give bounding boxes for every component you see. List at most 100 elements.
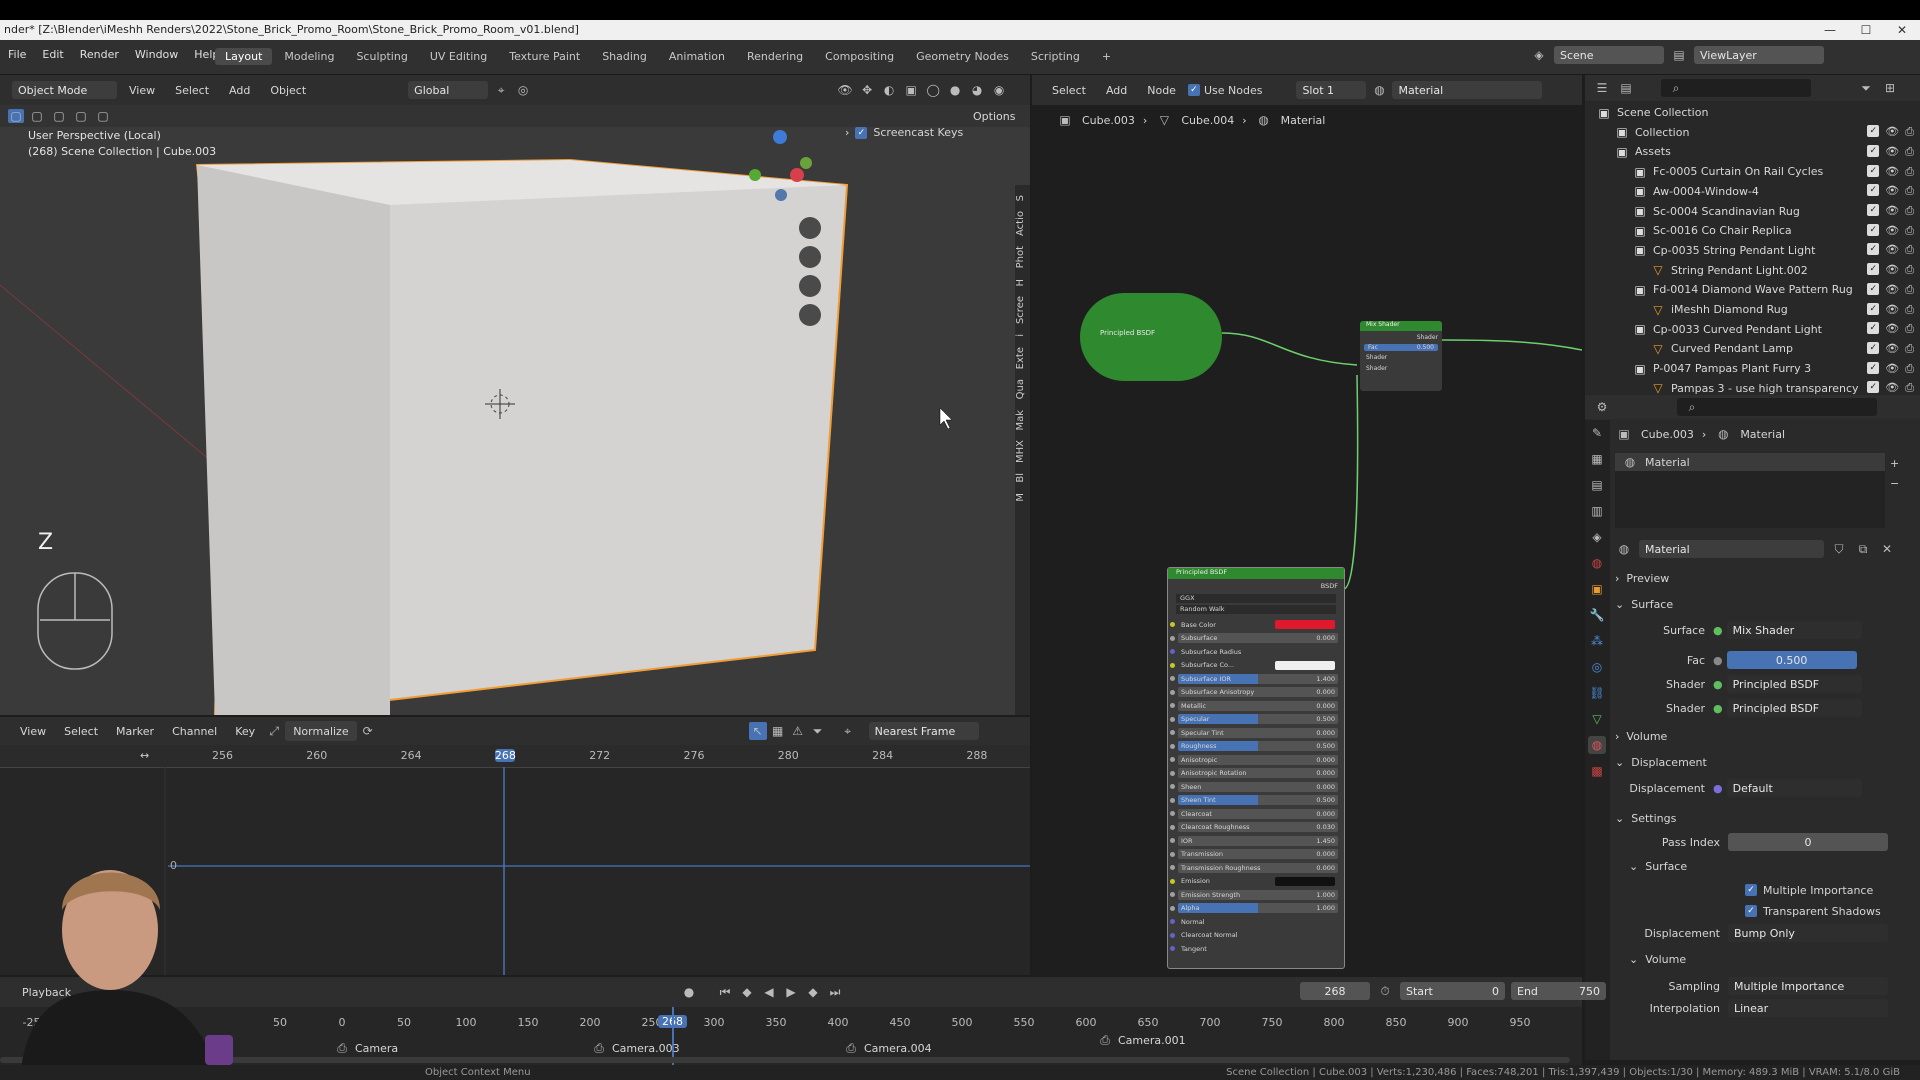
- bsdf-input-row[interactable]: Alpha 1.000: [1170, 902, 1338, 916]
- socket-icon[interactable]: [1170, 892, 1175, 898]
- fake-user-icon[interactable]: ⛉: [1830, 540, 1848, 558]
- outliner-item[interactable]: ▣ Collection ✓ 👁 ⎙: [1585, 123, 1920, 142]
- tab-rendering[interactable]: Rendering: [737, 48, 813, 65]
- material-slot-list[interactable]: ◍ Material: [1615, 453, 1885, 528]
- collapsed-principled-node[interactable]: Principled BSDF: [1080, 293, 1222, 381]
- material-tab-icon[interactable]: ◍: [1588, 736, 1606, 754]
- camera-render-icon[interactable]: ⎙: [1905, 204, 1914, 218]
- sidebar-tab[interactable]: Mak: [1015, 410, 1026, 431]
- exclude-checkbox[interactable]: ✓: [1867, 341, 1880, 354]
- color-swatch[interactable]: [1275, 620, 1335, 630]
- socket-icon[interactable]: [1170, 635, 1175, 641]
- socket-icon[interactable]: [1170, 649, 1175, 655]
- tl-menu-view[interactable]: View: [12, 721, 54, 741]
- duplicate-icon[interactable]: ⧉: [1854, 540, 1872, 558]
- camera-render-icon[interactable]: ⎙: [1905, 165, 1914, 179]
- tab-scripting[interactable]: Scripting: [1021, 48, 1090, 65]
- maximize-button[interactable]: ☐: [1846, 20, 1886, 40]
- camera-marker-4[interactable]: ⎙ Camera.001: [1096, 1031, 1185, 1049]
- modifier-tab-icon[interactable]: 🔧: [1588, 606, 1606, 624]
- render-tab-icon[interactable]: ▦: [1588, 450, 1606, 468]
- sidebar-tab[interactable]: MHX: [1015, 440, 1026, 463]
- interpolation-dropdown[interactable]: Linear: [1728, 999, 1888, 1017]
- exclude-checkbox[interactable]: ✓: [1867, 302, 1880, 315]
- sidebar-tab[interactable]: Scree: [1015, 296, 1026, 324]
- display-mode-icon[interactable]: ▤: [1617, 79, 1635, 97]
- exclude-checkbox[interactable]: ✓: [1867, 204, 1880, 216]
- socket-icon[interactable]: [1170, 730, 1175, 736]
- shader-2-field[interactable]: Principled BSDF: [1726, 699, 1862, 717]
- outliner-item[interactable]: ▣ Scene Collection: [1585, 103, 1920, 122]
- multiple-importance-checkbox[interactable]: ✓: [1745, 884, 1757, 896]
- current-frame-field[interactable]: 268: [1300, 982, 1370, 1000]
- camera-render-icon[interactable]: ⎙: [1905, 342, 1914, 356]
- bsdf-input-row[interactable]: Base Color: [1170, 618, 1338, 632]
- data-tab-icon[interactable]: ▽: [1588, 710, 1606, 728]
- tab-layout[interactable]: Layout: [215, 48, 273, 65]
- eye-icon[interactable]: 👁: [1885, 322, 1899, 336]
- camera-render-icon[interactable]: ⎙: [1905, 303, 1914, 317]
- socket-icon[interactable]: [1170, 851, 1175, 857]
- camera-marker-1[interactable]: ⎙ Camera: [333, 1039, 398, 1057]
- exclude-checkbox[interactable]: ✓: [1867, 125, 1880, 138]
- menu-edit[interactable]: Edit: [34, 48, 71, 61]
- 3d-viewport[interactable]: Object Mode View Select Add Object Globa…: [0, 75, 1030, 715]
- socket-icon[interactable]: [1170, 662, 1175, 668]
- bsdf-input-row[interactable]: Tangent: [1170, 942, 1338, 956]
- filter-icon[interactable]: ⏷: [1857, 79, 1875, 97]
- displacement-field[interactable]: Default: [1726, 779, 1862, 797]
- properties-type-icon[interactable]: ⚙: [1593, 398, 1611, 416]
- scene-tab-icon[interactable]: ◈: [1588, 528, 1606, 546]
- socket-icon[interactable]: [1170, 689, 1175, 695]
- bsdf-input-row[interactable]: Subsurface IOR 1.400: [1170, 672, 1338, 686]
- outliner-item[interactable]: ▽ Curved Pendant Lamp ✓ 👁 ⎙: [1585, 339, 1920, 358]
- new-collection-icon[interactable]: ⊞: [1881, 79, 1899, 97]
- exclude-checkbox[interactable]: ✓: [1867, 243, 1880, 256]
- output-tab-icon[interactable]: ▤: [1588, 476, 1606, 494]
- eye-icon[interactable]: 👁: [1885, 283, 1899, 297]
- refresh-icon[interactable]: ⟳: [359, 722, 377, 740]
- snap-mode-dropdown[interactable]: Nearest Frame: [868, 722, 979, 740]
- exclude-checkbox[interactable]: ✓: [1867, 223, 1880, 236]
- record-icon[interactable]: ●: [680, 983, 698, 1001]
- sidebar-tab[interactable]: Exte: [1015, 347, 1026, 369]
- swap-icon[interactable]: ↔: [140, 749, 149, 762]
- menu-file[interactable]: File: [0, 48, 34, 61]
- socket-icon[interactable]: [1170, 905, 1175, 911]
- sidebar-tab[interactable]: M: [1015, 493, 1026, 502]
- play-reverse-icon[interactable]: ◀: [760, 983, 778, 1001]
- camera-marker-2[interactable]: ⎙ Camera.003: [590, 1039, 679, 1057]
- camera-render-icon[interactable]: ⎙: [1905, 283, 1914, 297]
- outliner-item[interactable]: ▽ iMeshh Diamond Rug ✓ 👁 ⎙: [1585, 300, 1920, 319]
- bsdf-input-row[interactable]: Clearcoat 0.000: [1170, 807, 1338, 821]
- socket-icon[interactable]: [1170, 757, 1175, 763]
- tl-filter-icon[interactable]: ⏷: [809, 722, 827, 740]
- eye-icon[interactable]: 👁: [1885, 204, 1899, 218]
- camera-render-icon[interactable]: ⎙: [1905, 243, 1914, 257]
- shader-1-field[interactable]: Principled BSDF: [1726, 675, 1862, 693]
- shader-node-editor[interactable]: Select Add Node ✓ Use Nodes Slot 1 ◍ Mat…: [1032, 75, 1582, 975]
- bsdf-input-row[interactable]: Normal: [1170, 915, 1338, 929]
- tab-geometry-nodes[interactable]: Geometry Nodes: [906, 48, 1019, 65]
- close-button[interactable]: ✕: [1882, 20, 1920, 40]
- tab-texture-paint[interactable]: Texture Paint: [499, 48, 590, 65]
- bsdf-input-row[interactable]: Subsurface Radius: [1170, 645, 1338, 659]
- add-workspace-icon[interactable]: +: [1092, 48, 1121, 65]
- sidebar-tab[interactable]: Qua: [1015, 379, 1026, 399]
- bsdf-input-row[interactable]: IOR 1.450: [1170, 834, 1338, 848]
- outliner-item[interactable]: ▽ Pampas 3 - use high transparency ✓ 👁 ⎙: [1585, 379, 1920, 395]
- socket-icon[interactable]: [1170, 676, 1175, 682]
- camera-render-icon[interactable]: ⎙: [1905, 125, 1914, 139]
- bsdf-input-row[interactable]: Specular Tint 0.000: [1170, 726, 1338, 740]
- sidebar-tab[interactable]: i: [1015, 334, 1026, 337]
- camera-render-icon[interactable]: ⎙: [1905, 322, 1914, 336]
- sidebar-tab[interactable]: S: [1015, 195, 1026, 201]
- tab-shading[interactable]: Shading: [592, 48, 657, 65]
- outliner-item[interactable]: ▣ Aw-0004-Window-4 ✓ 👁 ⎙: [1585, 182, 1920, 201]
- object-tab-icon[interactable]: ▣: [1588, 580, 1606, 598]
- view-layer-tab-icon[interactable]: ▥: [1588, 502, 1606, 520]
- tl-menu-marker[interactable]: Marker: [108, 721, 162, 741]
- exclude-checkbox[interactable]: ✓: [1867, 282, 1880, 295]
- camera-render-icon[interactable]: ⎙: [1905, 263, 1914, 277]
- snap-tl-icon[interactable]: ⌖: [839, 722, 857, 740]
